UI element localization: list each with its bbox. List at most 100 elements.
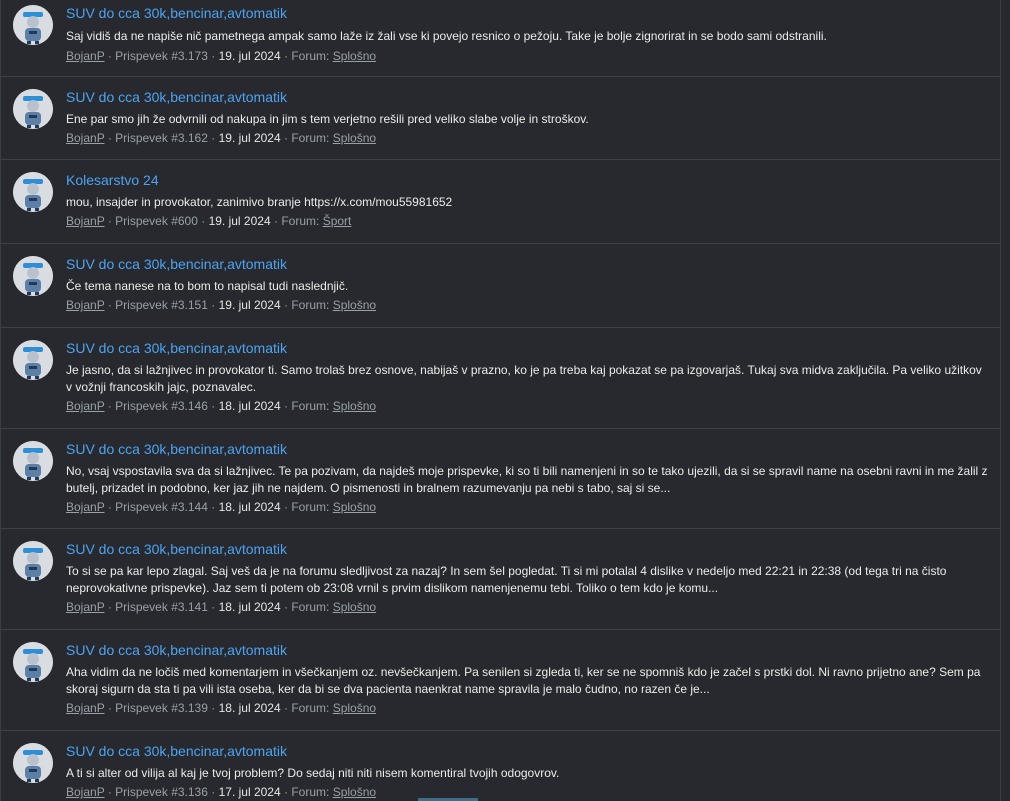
post-date: 17. jul 2024	[218, 785, 281, 799]
meta-separator: ·	[284, 600, 288, 614]
list-item: SUV do cca 30k,bencinar,avtomatik Aha vi…	[1, 630, 1000, 731]
author-link[interactable]: BojanP	[66, 131, 104, 145]
forum-link[interactable]: Splošno	[333, 785, 376, 799]
thread-title-link[interactable]: SUV do cca 30k,bencinar,avtomatik	[66, 441, 990, 457]
meta-separator: ·	[284, 131, 288, 145]
forum-prefix: Forum:	[291, 131, 330, 145]
forum-prefix: Forum:	[291, 600, 330, 614]
post-snippet: mou, insajder in provokator, zanimivo br…	[66, 195, 453, 209]
post-meta: BojanP · Prispevek #3.162 · 19. jul 2024…	[66, 131, 990, 146]
thread-title-link[interactable]: SUV do cca 30k,bencinar,avtomatik	[66, 541, 990, 557]
meta-separator: ·	[284, 785, 288, 799]
forum-link[interactable]: Splošno	[333, 399, 376, 413]
post-content: SUV do cca 30k,bencinar,avtomatik Če tem…	[66, 256, 990, 313]
post-snippet: Saj vidiš da ne napiše nič pametnega amp…	[66, 29, 827, 43]
thread-title-link[interactable]: SUV do cca 30k,bencinar,avtomatik	[66, 642, 990, 658]
post-content: SUV do cca 30k,bencinar,avtomatik Aha vi…	[66, 642, 990, 716]
post-number: Prispevek #3.151	[115, 298, 208, 312]
author-link[interactable]: BojanP	[66, 785, 104, 799]
meta-separator: ·	[201, 214, 206, 228]
meta-separator: ·	[211, 600, 216, 614]
forum-prefix: Forum:	[291, 785, 330, 799]
thread-title-link[interactable]: SUV do cca 30k,bencinar,avtomatik	[66, 743, 990, 759]
post-meta: BojanP · Prispevek #3.139 · 18. jul 2024…	[66, 701, 990, 716]
thread-title-link[interactable]: SUV do cca 30k,bencinar,avtomatik	[66, 89, 990, 105]
avatar[interactable]	[13, 340, 53, 380]
avatar[interactable]	[13, 743, 53, 783]
post-date: 19. jul 2024	[218, 298, 281, 312]
post-content: SUV do cca 30k,bencinar,avtomatik To si …	[66, 541, 990, 615]
meta-separator: ·	[284, 701, 288, 715]
post-meta: BojanP · Prispevek #3.144 · 18. jul 2024…	[66, 500, 990, 515]
meta-separator: ·	[107, 600, 112, 614]
meta-separator: ·	[107, 701, 112, 715]
post-date: 18. jul 2024	[218, 600, 281, 614]
thread-title-link[interactable]: SUV do cca 30k,bencinar,avtomatik	[66, 340, 990, 356]
avatar[interactable]	[13, 5, 53, 45]
forum-link[interactable]: Splošno	[333, 298, 376, 312]
post-date: 18. jul 2024	[218, 701, 281, 715]
thread-title-link[interactable]: Kolesarstvo 24	[66, 172, 990, 188]
meta-separator: ·	[284, 298, 288, 312]
post-number: Prispevek #3.139	[115, 701, 208, 715]
meta-separator: ·	[284, 399, 288, 413]
avatar[interactable]	[13, 441, 53, 481]
author-link[interactable]: BojanP	[66, 701, 104, 715]
post-content: SUV do cca 30k,bencinar,avtomatik No, vs…	[66, 441, 990, 515]
author-link[interactable]: BojanP	[66, 298, 104, 312]
meta-separator: ·	[284, 500, 288, 514]
avatar[interactable]	[13, 256, 53, 296]
post-snippet: To si se pa kar lepo zlagal. Saj veš da …	[66, 564, 947, 595]
meta-separator: ·	[107, 500, 112, 514]
meta-separator: ·	[273, 214, 278, 228]
meta-separator: ·	[211, 131, 216, 145]
meta-separator: ·	[107, 298, 112, 312]
meta-separator: ·	[107, 214, 112, 228]
forum-link[interactable]: Šport	[323, 214, 352, 228]
meta-separator: ·	[211, 785, 216, 799]
post-snippet: A ti si alter od vilija al kaj je tvoj p…	[66, 766, 560, 780]
forum-prefix: Forum:	[281, 214, 320, 228]
avatar[interactable]	[13, 172, 53, 212]
meta-separator: ·	[211, 701, 216, 715]
meta-separator: ·	[211, 500, 216, 514]
forum-link[interactable]: Splošno	[333, 131, 376, 145]
thread-title-link[interactable]: SUV do cca 30k,bencinar,avtomatik	[66, 256, 990, 272]
forum-prefix: Forum:	[291, 701, 330, 715]
forum-prefix: Forum:	[291, 49, 330, 63]
forum-prefix: Forum:	[291, 399, 330, 413]
thread-title-link[interactable]: SUV do cca 30k,bencinar,avtomatik	[66, 5, 990, 21]
meta-separator: ·	[107, 399, 112, 413]
avatar[interactable]	[13, 642, 53, 682]
forum-link[interactable]: Splošno	[333, 701, 376, 715]
meta-separator: ·	[107, 131, 112, 145]
meta-separator: ·	[211, 399, 216, 413]
post-snippet: Ene par smo jih že odvrnili od nakupa in…	[66, 112, 589, 126]
author-link[interactable]: BojanP	[66, 214, 104, 228]
list-item: SUV do cca 30k,bencinar,avtomatik No, vs…	[1, 429, 1000, 529]
post-meta: BojanP · Prispevek #3.151 · 19. jul 2024…	[66, 298, 990, 313]
forum-link[interactable]: Splošno	[333, 500, 376, 514]
list-item: SUV do cca 30k,bencinar,avtomatik A ti s…	[1, 731, 1000, 801]
forum-link[interactable]: Splošno	[333, 600, 376, 614]
meta-separator: ·	[211, 298, 216, 312]
avatar[interactable]	[13, 89, 53, 129]
author-link[interactable]: BojanP	[66, 399, 104, 413]
post-date: 19. jul 2024	[208, 214, 271, 228]
post-date: 19. jul 2024	[218, 49, 281, 63]
post-content: SUV do cca 30k,bencinar,avtomatik Je jas…	[66, 340, 990, 414]
list-item: SUV do cca 30k,bencinar,avtomatik Ene pa…	[1, 77, 1000, 160]
post-date: 19. jul 2024	[218, 131, 281, 145]
forum-prefix: Forum:	[291, 298, 330, 312]
forum-link[interactable]: Splošno	[333, 49, 376, 63]
post-meta: BojanP · Prispevek #3.146 · 18. jul 2024…	[66, 399, 990, 414]
avatar[interactable]	[13, 541, 53, 581]
post-meta: BojanP · Prispevek #600 · 19. jul 2024 ·…	[66, 214, 990, 229]
author-link[interactable]: BojanP	[66, 600, 104, 614]
list-item: SUV do cca 30k,bencinar,avtomatik To si …	[1, 529, 1000, 630]
post-number: Prispevek #3.146	[115, 399, 208, 413]
author-link[interactable]: BojanP	[66, 49, 104, 63]
author-link[interactable]: BojanP	[66, 500, 104, 514]
list-item: SUV do cca 30k,bencinar,avtomatik Je jas…	[1, 328, 1000, 429]
meta-separator: ·	[107, 49, 112, 63]
